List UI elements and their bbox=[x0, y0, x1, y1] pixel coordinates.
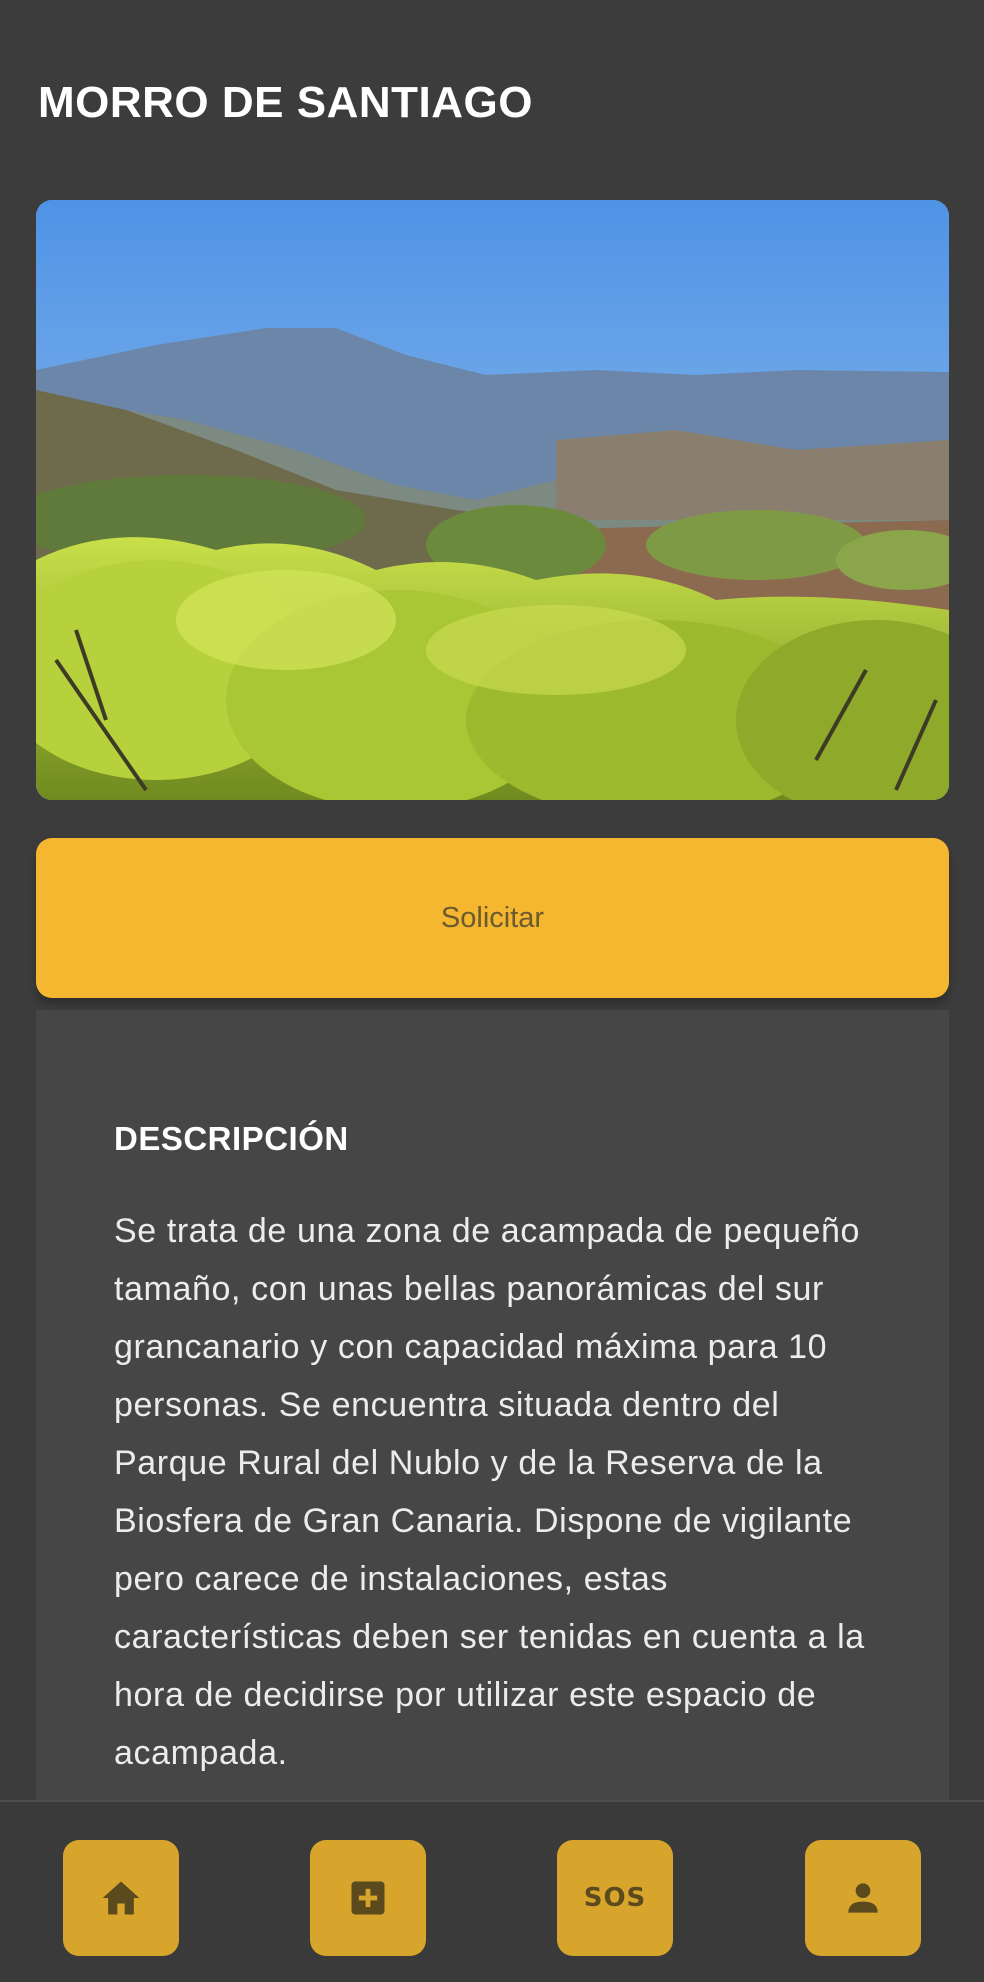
description-card: DESCRIPCIÓN Se trata de una zona de acam… bbox=[36, 1010, 949, 1800]
page-title: MORRO DE SANTIAGO bbox=[38, 78, 533, 127]
description-text: Se trata de una zona de acampada de pequ… bbox=[114, 1212, 865, 1772]
nav-sos-button[interactable]: SOS bbox=[557, 1840, 673, 1956]
nav-add-button[interactable] bbox=[310, 1840, 426, 1956]
person-icon bbox=[848, 1883, 878, 1913]
nav-home-button[interactable] bbox=[63, 1840, 179, 1956]
bottom-navigation: SOS bbox=[0, 1800, 984, 1982]
nav-profile-button[interactable] bbox=[805, 1840, 921, 1956]
home-icon bbox=[102, 1881, 140, 1915]
request-button[interactable]: Solicitar bbox=[36, 838, 949, 998]
add-box-icon bbox=[351, 1881, 385, 1915]
sos-icon: SOS bbox=[583, 1883, 647, 1913]
description-heading: DESCRIPCIÓN bbox=[114, 1120, 349, 1157]
hero-image bbox=[36, 200, 949, 800]
